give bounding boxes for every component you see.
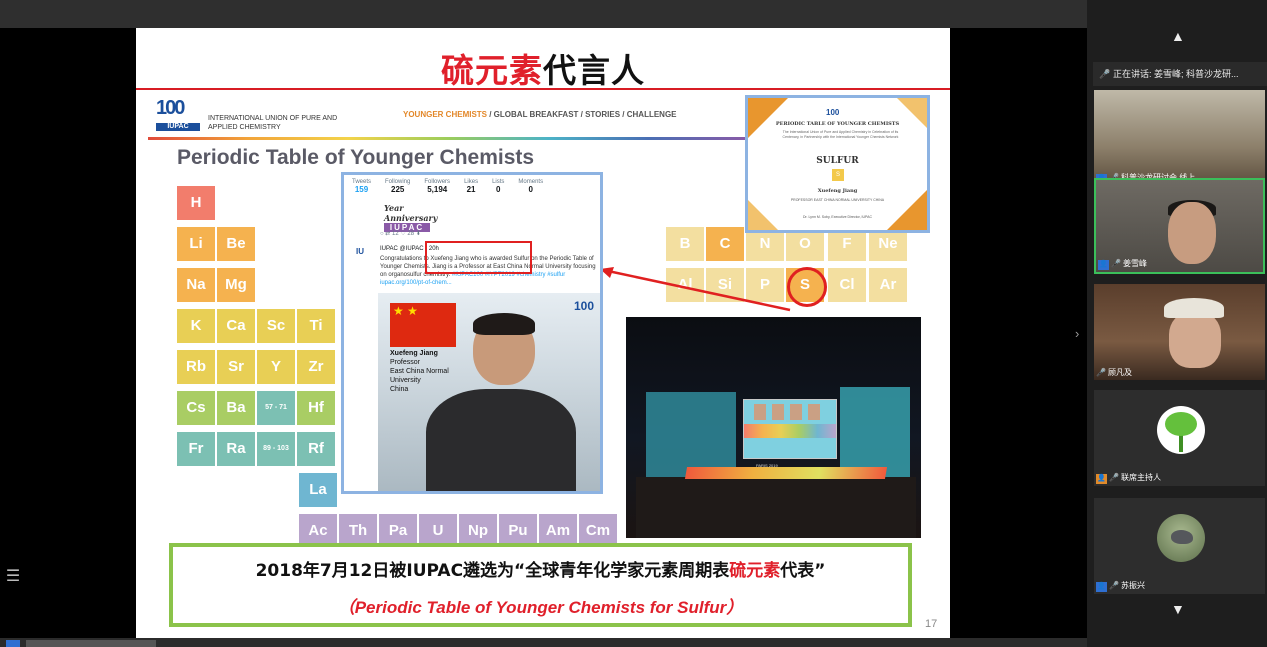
bottom-taskbar [0,638,1087,647]
element-cell-b: B [666,227,704,261]
tweet-stat: Likes 21 [464,179,479,194]
certificate-logo: 100 [826,108,840,117]
collapse-panel-icon[interactable]: › [1075,326,1079,341]
element-cell-sc: Sc [257,309,295,343]
mic-muted-icon: 🎤 [1109,473,1119,482]
tweet-stat: Moments 0 [518,179,544,194]
element-cell-cl: Cl [828,268,866,302]
pointer-arrow [600,267,791,312]
tweet-actions: ○ ⇄ 12 ♡ 28 ⬇ [380,231,421,237]
certificate-element: SULFUR [816,156,859,166]
china-flag-icon: ★ ★ [390,303,456,347]
element-cell-h: H [177,186,215,220]
tweet-screenshot: Tweets 159 Following 225 Followers 5,194 Likes… [341,172,603,494]
person-hair [473,313,535,335]
element-cell-zr: Zr [297,350,335,384]
element-cell-li: Li [177,227,215,261]
person-body [426,389,576,491]
element-cell-k: K [177,309,215,343]
banner-english: （Periodic Table of Younger Chemists for … [337,598,744,617]
color-strip [148,137,748,140]
element-cell-sr: Sr [217,350,255,384]
element-cell-rf: Rf [297,432,335,466]
scroll-down-icon[interactable]: ▼ [1171,601,1185,617]
presentation-slide: 硫元素代言人 100 IUPAC INTERNATIONAL UNION OF … [136,28,950,638]
participant-tile-active[interactable]: 👤 🎤 姜雪峰 [1094,178,1265,274]
taskbar-app-icon[interactable] [6,640,20,647]
element-cell-fr: Fr [177,432,215,466]
certificate-image: 100 PERIODIC TABLE OF YOUNGER CHEMISTS T… [745,95,930,233]
conference-stage-photo: PARIS 2019 [626,317,921,538]
mic-icon: 🎤 [1099,69,1111,79]
element-cell-rb: Rb [177,350,215,384]
tweet-stat: Following 225 [385,179,411,194]
element-cell-mg: Mg [217,268,255,302]
list-menu-icon[interactable]: ☰ [2,566,24,588]
element-cell-ti: Ti [297,309,335,343]
mic-muted-icon: 🎤 [1096,368,1106,377]
element-cell-c: C [706,227,744,261]
banner-chinese: 2018年7月12日被IUPAC遴选为“全球青年化学家元素周期表硫元素代表” [255,561,826,581]
highlight-box [425,241,532,274]
element-cell-na: Na [177,268,215,302]
element-cell-y: Y [257,350,295,384]
stage-screen [743,399,837,459]
element-cell-89-103: 89 - 103 [257,432,295,466]
page-number: 17 [925,618,938,630]
iupac-100-logo: 100 [574,299,595,313]
bird-avatar [1157,514,1205,562]
element-cell-ba: Ba [217,391,255,425]
title-divider [136,88,950,90]
speaking-indicator: 🎤 正在讲话: 姜雪峰; 科普沙龙研... [1093,62,1267,86]
iupac-avatar-icon: IU [356,247,364,256]
mic-icon: 🎤 [1111,259,1121,268]
top-toolbar [0,0,1087,28]
element-cell-hf: Hf [297,391,335,425]
periodic-table-title: Periodic Table of Younger Chemists [177,146,535,169]
element-cell-be: Be [217,227,255,261]
plant-avatar [1157,406,1205,454]
participant-tile[interactable]: 👤🎤科普沙龙研讨会 线上 [1094,90,1265,186]
taskbar-item[interactable] [26,640,156,647]
iupac-logo: 100 IUPAC INTERNATIONAL UNION OF PURE AN… [156,97,337,131]
tweet-stats: Tweets 159 Following 225 Followers 5,194 Likes… [352,179,543,194]
anniversary-banner: Year Anniversary IUPAC [384,203,438,232]
user-icon: 👤 [1098,260,1109,270]
element-cell-ar: Ar [869,268,907,302]
element-cell-ra: Ra [217,432,255,466]
mic-muted-icon: 🎤 [1109,581,1119,590]
participants-panel: › ▲ 🎤正在讲话: 姜雪峰; 科普沙龙研... 👤🎤科普沙龙研讨会 线上 👤🎤… [1075,0,1267,647]
element-cell-ca: Ca [217,309,255,343]
photo-caption: Xuefeng Jiang Professor East China Norma… [390,350,449,393]
participant-tile[interactable]: 👤 🎤 联席主持人 [1094,390,1265,486]
element-cell-la: La [299,473,337,507]
iupac-name: INTERNATIONAL UNION OF PURE AND APPLIED … [208,115,338,131]
tagline: YOUNGER CHEMISTS / GLOBAL BREAKFAST / ST… [403,110,677,119]
user-icon: 👤 [1096,474,1107,484]
element-cell-cs: Cs [177,391,215,425]
tweet-stat: Lists 0 [492,179,505,194]
tweet-photo: ★ ★ 100 Xuefeng Jiang Professor East Chi… [378,293,600,491]
tweet-stat: Tweets 159 [352,179,372,194]
participant-tile[interactable]: 🎤 顾凡及 [1094,284,1265,380]
caption-banner: 2018年7月12日被IUPAC遴选为“全球青年化学家元素周期表硫元素代表” （… [169,543,912,627]
element-cell-57-71: 57 - 71 [257,391,295,425]
participant-tile[interactable]: 👤 🎤 苏振兴 [1094,498,1265,594]
slide-title: 硫元素代言人 [441,51,645,90]
scroll-up-icon[interactable]: ▲ [1171,28,1185,44]
tweet-stat: Followers 5,194 [424,179,451,194]
user-icon: 👤 [1096,582,1107,592]
